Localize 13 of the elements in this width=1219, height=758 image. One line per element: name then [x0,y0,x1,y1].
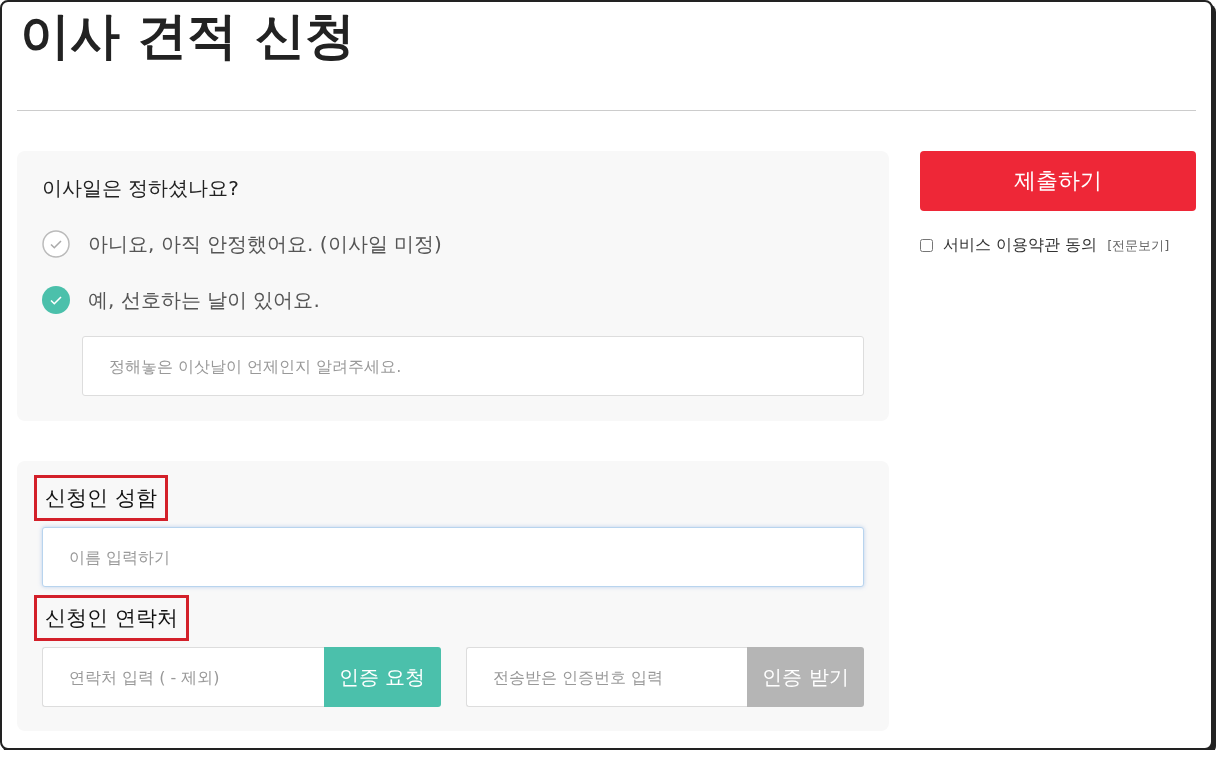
option-label[interactable]: 예, 선호하는 날이 있어요. [88,286,320,314]
name-input-field[interactable]: 이름 입력하기 [42,527,864,587]
date-input-field[interactable]: 정해놓은 이삿날이 언제인지 알려주세요. [82,336,864,396]
submit-button[interactable]: 제출하기 [920,151,1196,211]
terms-link[interactable]: [전문보기] [1107,236,1170,255]
page-title: 이사 견적 신청 [17,2,1196,111]
verification-input-field[interactable]: 연락처 입력 ( - 제외) [42,647,324,707]
terms-checkbox[interactable] [920,239,933,252]
field-label: 신청인 연락처 [34,595,189,641]
option-label[interactable]: 아니요, 아직 안정했어요. (이사일 미정) [88,230,442,258]
field-label: 신청인 성함 [34,475,168,521]
question-text: 이사일은 정하셨나요? [42,175,240,202]
terms-label: 서비스 이용약관 동의 [943,235,1098,256]
